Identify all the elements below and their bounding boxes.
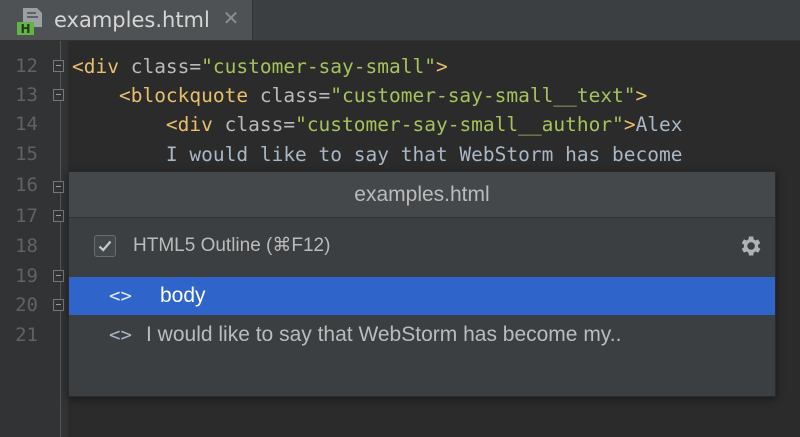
popup-title: examples.html <box>69 172 775 218</box>
fold-marker-icon[interactable] <box>53 89 64 101</box>
html-file-icon: H <box>17 8 42 35</box>
gear-icon[interactable] <box>737 233 763 259</box>
outline-checkbox[interactable] <box>94 235 116 257</box>
line-number: 16 <box>15 174 38 196</box>
line-number: 18 <box>15 235 38 257</box>
fold-marker-icon[interactable] <box>53 299 64 311</box>
code-tag: > <box>435 55 448 78</box>
fold-marker-icon[interactable] <box>53 60 64 72</box>
editor-tab-bar: H examples.html ✕ <box>0 0 800 41</box>
code-attribute: class= <box>248 84 331 107</box>
code-attribute-value: "customer-say-small" <box>201 55 436 78</box>
code-text: I would like to say that WebStorm has be… <box>165 143 683 166</box>
code-attribute: class= <box>118 55 202 78</box>
line-number: 21 <box>15 324 38 346</box>
line-number: 14 <box>15 113 38 135</box>
close-icon[interactable]: ✕ <box>220 7 242 29</box>
line-number: 12 <box>15 55 38 77</box>
outline-item-label: I would like to say that WebStorm has be… <box>146 323 622 346</box>
html-tag-icon: <> <box>109 285 132 307</box>
fold-marker-icon[interactable] <box>53 181 64 193</box>
code-attribute-value: "customer-say-small__author" <box>295 113 624 136</box>
outline-checkbox-label[interactable]: HTML5 Outline (⌘F12) <box>133 234 330 257</box>
code-text: Alex <box>635 113 683 136</box>
code-line-14[interactable]: <div class="customer-say-small__author">… <box>72 110 683 139</box>
fold-marker-icon[interactable] <box>53 210 64 222</box>
code-line-15[interactable]: I would like to say that WebStorm has be… <box>72 140 683 169</box>
outline-item-text[interactable]: <> I would like to say that WebStorm has… <box>69 316 775 354</box>
code-attribute: class= <box>212 113 296 136</box>
code-line-13[interactable]: <blockquote class="customer-say-small__t… <box>72 81 647 110</box>
line-number: 17 <box>15 205 38 227</box>
line-number: 19 <box>15 265 38 287</box>
checkmark-icon <box>98 240 112 252</box>
popup-header: HTML5 Outline (⌘F12) <box>69 218 775 276</box>
outline-item-body[interactable]: <> body <box>69 277 775 315</box>
line-number: 13 <box>15 84 38 106</box>
line-number: 20 <box>15 294 38 316</box>
code-line-12[interactable]: <div class="customer-say-small"> <box>72 52 448 81</box>
html-tag-icon: <> <box>109 324 132 346</box>
outline-item-label: body <box>160 284 206 307</box>
tab-examples-html[interactable]: H examples.html ✕ <box>0 0 253 40</box>
code-tag: > <box>623 113 636 136</box>
fold-marker-icon[interactable] <box>53 270 64 282</box>
code-tag: <blockquote <box>118 84 249 107</box>
tab-label: examples.html <box>54 8 210 32</box>
structure-popup: examples.html HTML5 Outline (⌘F12) <> bo… <box>68 171 776 397</box>
code-attribute-value: "customer-say-small__text" <box>330 84 636 107</box>
code-tag: <div <box>165 113 213 136</box>
code-tag: <div <box>72 55 119 78</box>
code-tag: > <box>635 84 648 107</box>
line-number: 15 <box>15 143 38 165</box>
file-icon-letter: H <box>20 22 30 35</box>
